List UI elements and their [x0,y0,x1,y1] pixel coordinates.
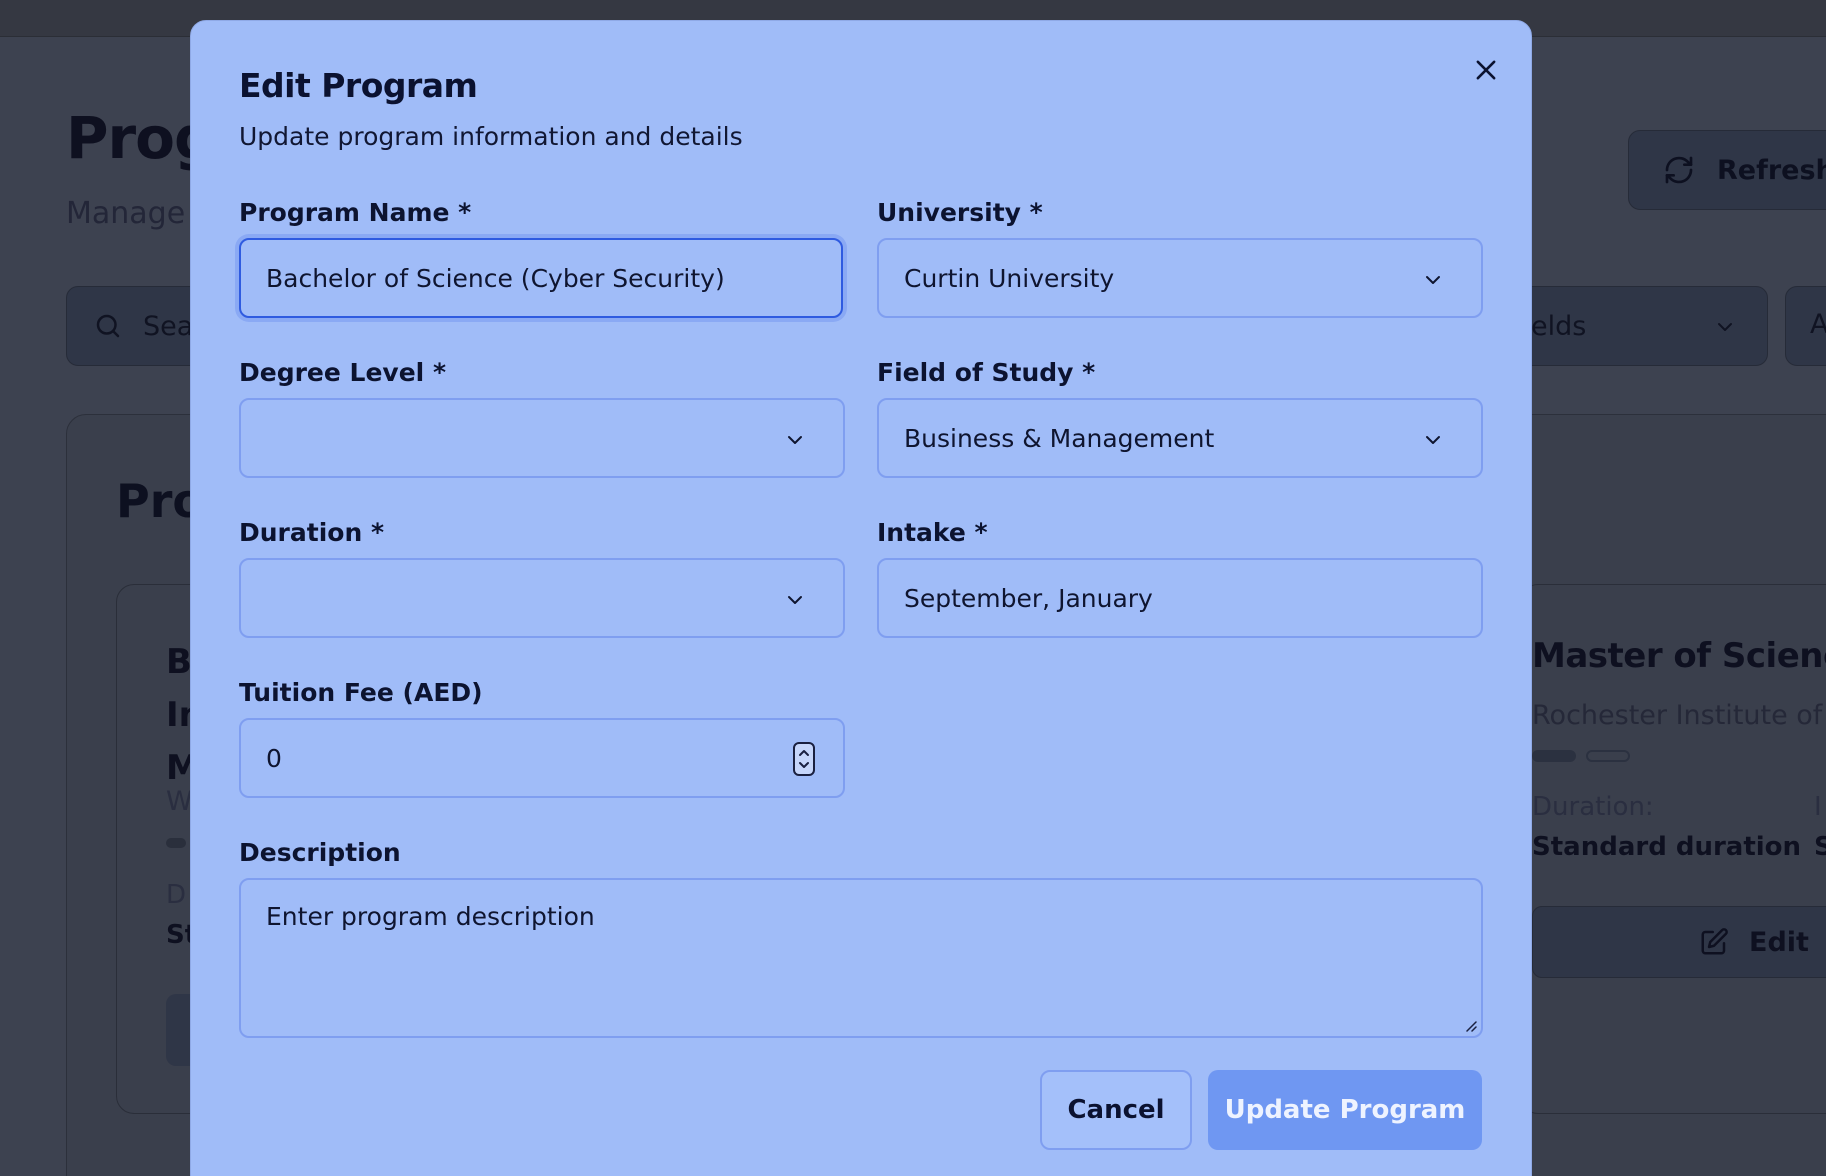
edit-icon [1701,928,1728,955]
refresh-icon [1665,156,1693,184]
chevron-down-icon [1426,276,1440,284]
program-card-right-title: Master of Science in [1532,636,1826,676]
program-card-left-university: W [166,786,193,817]
page-background: Prog Manage Refresh Sea elds A Pro B In … [0,0,1826,1176]
university-label: University * [877,198,1043,227]
program-name-value: Bachelor of Science (Cyber Security) [266,263,725,293]
tuition-fee-value: 0 [266,743,282,773]
chevron-down-icon [1426,436,1440,444]
duration-select[interactable] [239,558,845,638]
second-filter-select[interactable]: A [1785,286,1826,366]
degree-level-label: Degree Level * [239,358,447,387]
program-name-label: Program Name * [239,198,472,227]
intake-input[interactable]: September, January [877,558,1483,638]
search-placeholder: Sea [143,310,194,342]
description-textarea[interactable]: Enter program description [239,878,1483,1038]
dialog-title: Edit Program [239,66,478,105]
program-name-input[interactable]: Bachelor of Science (Cyber Security) [239,238,843,318]
program-card-left-duration-label: D [166,880,187,910]
field-of-study-value: Business & Management [904,423,1215,453]
fields-filter-label: elds [1531,310,1587,342]
refresh-button[interactable]: Refresh [1628,130,1826,210]
stepper-arrows-icon [799,750,809,768]
program-card-right-duration-label: Duration: [1532,792,1654,822]
chevron-down-icon [1718,323,1732,331]
intake-value: September, January [904,583,1153,613]
program-card-right-intake-value: S [1814,832,1826,862]
program-card-right-edit-button[interactable]: Edit [1532,906,1826,978]
degree-level-select[interactable] [239,398,845,478]
program-card-right-badge [1532,750,1576,762]
university-select[interactable]: Curtin University [877,238,1483,318]
program-card-right-intake-label: I [1814,792,1822,822]
description-placeholder: Enter program description [266,902,595,931]
update-program-button[interactable]: Update Program [1208,1070,1482,1150]
refresh-label: Refresh [1717,154,1826,186]
university-value: Curtin University [904,263,1115,293]
dialog-subtitle: Update program information and details [239,122,743,151]
field-of-study-label: Field of Study * [877,358,1096,387]
tuition-fee-label: Tuition Fee (AED) [239,678,483,707]
number-stepper[interactable] [793,742,815,776]
duration-label: Duration * [239,518,385,547]
field-of-study-select[interactable]: Business & Management [877,398,1483,478]
close-icon [1476,60,1496,80]
cancel-button[interactable]: Cancel [1040,1070,1192,1150]
close-button[interactable] [1472,56,1500,84]
edit-label: Edit [1749,926,1809,958]
description-label: Description [239,838,401,867]
program-card-right-duration-value: Standard duration [1532,832,1802,862]
intake-label: Intake * [877,518,988,547]
resize-handle-icon[interactable] [1463,1018,1477,1032]
program-card-right-university: Rochester Institute of Te [1532,700,1826,731]
second-filter-label: A [1810,309,1826,340]
chevron-down-icon [788,436,802,444]
search-icon [96,314,120,338]
chevron-down-icon [788,596,802,604]
tuition-fee-input[interactable]: 0 [239,718,845,798]
page-subtitle: Manage [66,196,186,231]
fields-filter-select[interactable]: elds [1500,286,1768,366]
program-card-left-badge [166,838,186,848]
program-card-right-badge [1586,750,1630,762]
